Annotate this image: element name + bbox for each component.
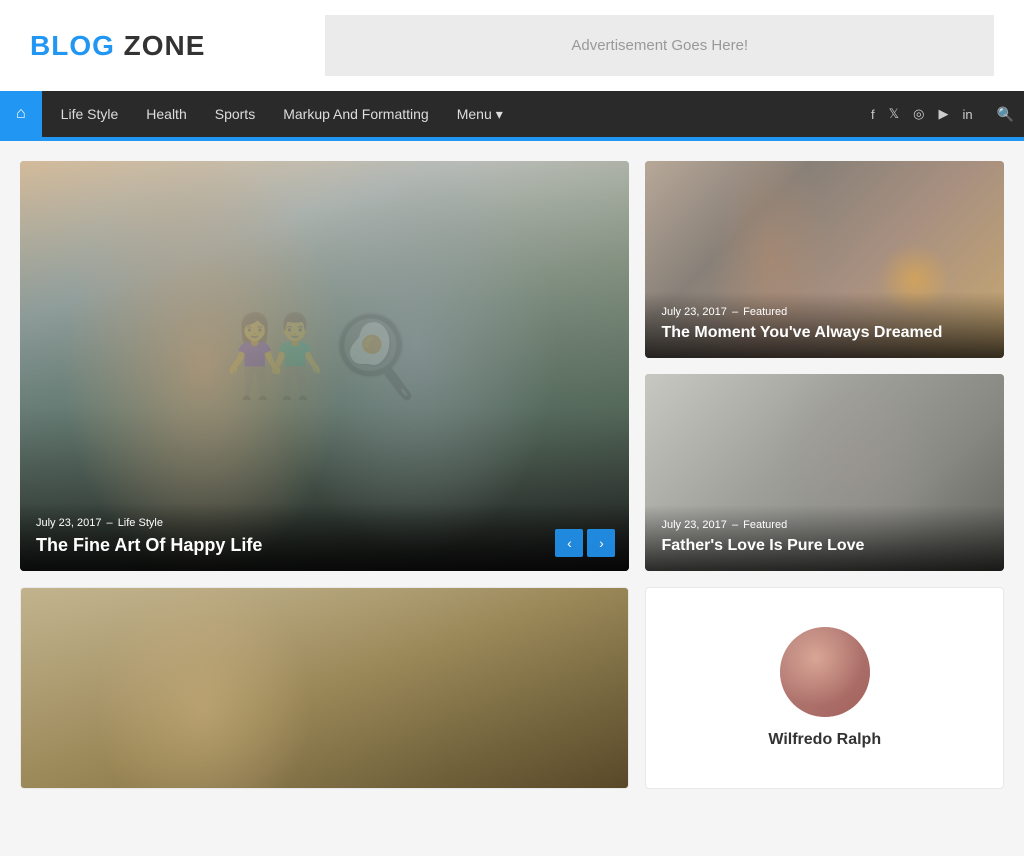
right-cards-column: July 23, 2017 – Featured The Moment You'… bbox=[645, 161, 1004, 571]
carousel-next-button[interactable]: › bbox=[587, 529, 615, 557]
card-title-small-top: The Moment You've Always Dreamed bbox=[661, 323, 988, 344]
author-name: Wilfredo Ralph bbox=[768, 731, 881, 749]
nav-item-lifestyle[interactable]: Life Style bbox=[47, 91, 133, 137]
social-facebook[interactable]: f bbox=[871, 107, 875, 122]
site-logo[interactable]: BLOG ZONE bbox=[30, 30, 205, 62]
author-card[interactable]: Wilfredo Ralph bbox=[645, 587, 1004, 789]
card-overlay-small-top: July 23, 2017 – Featured The Moment You'… bbox=[645, 292, 1004, 358]
advertisement-banner: Advertisement Goes Here! bbox=[325, 15, 994, 76]
nav-items-list: Life Style Health Sports Markup And Form… bbox=[42, 91, 871, 137]
carousel-navigation: ‹ › bbox=[555, 529, 615, 557]
card-title-small-bottom: Father's Love Is Pure Love bbox=[661, 536, 988, 557]
woman-outdoors-image bbox=[21, 588, 628, 788]
card-meta-small-top: July 23, 2017 – Featured bbox=[661, 306, 988, 318]
card-overlay-small-bottom: July 23, 2017 – Featured Father's Love I… bbox=[645, 505, 1004, 571]
main-navbar: ⌂ Life Style Health Sports Markup And Fo… bbox=[0, 91, 1024, 137]
social-youtube[interactable]: ▶ bbox=[938, 106, 948, 122]
card-overlay-large: July 23, 2017 – Life Style The Fine Art … bbox=[20, 503, 629, 571]
social-instagram[interactable]: ◎ bbox=[913, 106, 924, 122]
site-header: BLOG ZONE Advertisement Goes Here! bbox=[0, 0, 1024, 91]
featured-card-small-top[interactable]: July 23, 2017 – Featured The Moment You'… bbox=[645, 161, 1004, 358]
social-linkedin[interactable]: in bbox=[962, 107, 972, 122]
bottom-left-card[interactable] bbox=[20, 587, 629, 789]
featured-card-small-bottom[interactable]: July 23, 2017 – Featured Father's Love I… bbox=[645, 374, 1004, 571]
nav-home-button[interactable]: ⌂ bbox=[0, 91, 42, 137]
card-title-large: The Fine Art Of Happy Life bbox=[36, 534, 613, 557]
featured-grid: July 23, 2017 – Life Style The Fine Art … bbox=[20, 161, 1004, 571]
logo-zone: ZONE bbox=[115, 30, 206, 61]
card-meta-small-bottom: July 23, 2017 – Featured bbox=[661, 519, 988, 531]
social-twitter[interactable]: 𝕏 bbox=[889, 106, 899, 122]
carousel-prev-button[interactable]: ‹ bbox=[555, 529, 583, 557]
logo-blog: BLOG bbox=[30, 30, 115, 61]
card-meta-large: July 23, 2017 – Life Style bbox=[36, 517, 613, 529]
nav-item-health[interactable]: Health bbox=[132, 91, 200, 137]
featured-card-large[interactable]: July 23, 2017 – Life Style The Fine Art … bbox=[20, 161, 629, 571]
nav-item-sports[interactable]: Sports bbox=[201, 91, 269, 137]
author-avatar bbox=[780, 627, 870, 717]
nav-item-markup[interactable]: Markup And Formatting bbox=[269, 91, 443, 137]
main-content: July 23, 2017 – Life Style The Fine Art … bbox=[0, 141, 1024, 809]
bottom-grid: Wilfredo Ralph bbox=[20, 587, 1004, 789]
nav-item-menu[interactable]: Menu ▾ bbox=[443, 91, 517, 137]
nav-search-button[interactable]: 🔍 bbox=[987, 106, 1024, 123]
nav-social-links: f 𝕏 ◎ ▶ in bbox=[871, 106, 987, 122]
